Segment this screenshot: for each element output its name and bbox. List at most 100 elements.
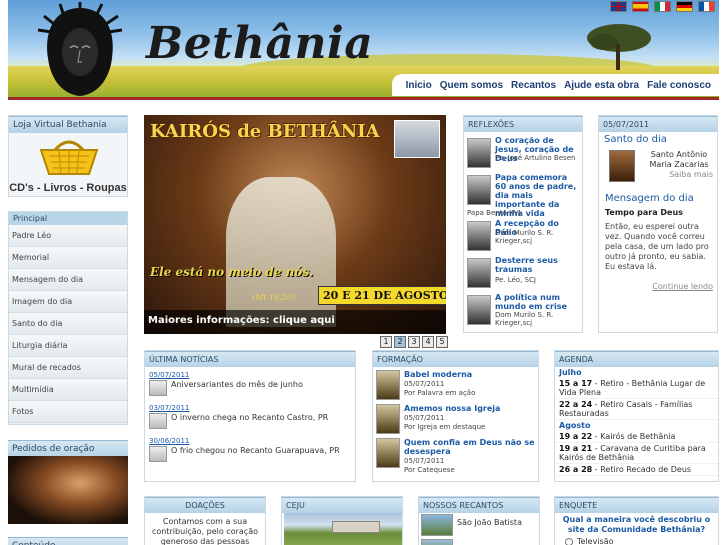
agenda-event[interactable]: 26 a 28 - Retiro Recado de Deus xyxy=(555,464,718,476)
ceju-photo[interactable] xyxy=(284,513,402,545)
site-brand-title[interactable]: Bethânia xyxy=(146,18,373,69)
author-thumbnail[interactable] xyxy=(467,138,491,168)
nav-ajude-esta-obra[interactable]: Ajude esta obra xyxy=(564,80,639,91)
recanto-thumbnail[interactable] xyxy=(421,514,453,536)
reflection-author: Pe. José Artulino Besen xyxy=(495,154,576,162)
uk-flag-icon[interactable] xyxy=(610,1,627,12)
france-flag-icon[interactable] xyxy=(698,1,715,12)
slide-title: KAIRÓS de BETHÂNIA xyxy=(150,121,380,142)
event-date: 19 a 21 xyxy=(559,444,593,453)
pager-page-2[interactable]: 2 xyxy=(394,336,406,348)
priest-portrait-image xyxy=(394,120,440,158)
nav-inicio[interactable]: Inicio xyxy=(406,80,432,91)
doacoes-text: Contamos com a sua contribuição, pelo co… xyxy=(151,517,258,545)
santo-do-dia-box: 05/07/2011 Santo do dia Santo Antônio Ma… xyxy=(598,115,718,333)
author-thumbnail[interactable] xyxy=(467,221,491,251)
pager-page-3[interactable]: 3 xyxy=(408,336,420,348)
jesus-crown-of-thorns-logo[interactable] xyxy=(34,2,126,98)
article-thumbnail[interactable] xyxy=(376,438,400,468)
article-title[interactable]: Quem confia em Deus não se desespera xyxy=(404,438,536,456)
reflection-author: Pe. Léo, SCJ xyxy=(495,276,536,284)
nav-quem-somos[interactable]: Quem somos xyxy=(440,80,503,91)
santo-heading[interactable]: Santo do dia xyxy=(599,132,717,145)
sidebar-item-imagem-do-dia[interactable]: Imagem do dia xyxy=(9,291,127,313)
news-date[interactable]: 03/07/2011 xyxy=(149,404,354,412)
agenda-event[interactable]: 19 a 21 - Caravana de Curitiba para Kair… xyxy=(555,443,718,464)
reflexoes-box: REFLEXÕES O coração de Jesus, coração de… xyxy=(463,115,583,333)
doacoes-box[interactable]: DOAÇÕES Contamos com a sua contribuição,… xyxy=(144,496,266,545)
saiba-mais-link[interactable]: Saiba mais xyxy=(669,170,713,179)
news-thumbnail[interactable] xyxy=(149,413,167,429)
news-thumbnail[interactable] xyxy=(149,380,167,396)
article-date: 05/07/2011 xyxy=(404,457,445,465)
agenda-month[interactable]: Agosto xyxy=(555,420,718,431)
sidebar-item-mural-de-recados[interactable]: Mural de recados xyxy=(9,357,127,379)
nav-fale-conosco[interactable]: Fale conosco xyxy=(647,80,711,91)
mensagem-heading[interactable]: Mensagem do dia xyxy=(605,193,694,204)
sidebar-item-memorial[interactable]: Memorial xyxy=(9,247,127,269)
germany-flag-icon[interactable] xyxy=(676,1,693,12)
author-thumbnail[interactable] xyxy=(467,175,491,205)
recanto-thumbnail[interactable] xyxy=(421,539,453,545)
author-thumbnail[interactable] xyxy=(467,295,491,325)
article-thumbnail[interactable] xyxy=(376,370,400,400)
slide-caption-link[interactable]: Maiores informações: clique aqui xyxy=(144,310,446,334)
reflection-title[interactable]: A política num mundo em crise xyxy=(495,293,581,311)
agenda-event[interactable]: 22 a 24 - Retiro Casais - Famílias Resta… xyxy=(555,399,718,420)
conteudo-box: Conteúdo xyxy=(8,537,128,545)
reflection-title[interactable]: Desterre seus traumas xyxy=(495,256,581,274)
continue-lendo-link[interactable]: Continue lendo xyxy=(652,282,713,291)
news-thumbnail[interactable] xyxy=(149,446,167,462)
pager-page-5[interactable]: 5 xyxy=(436,336,448,348)
reflection-author: Papa Bento XVI xyxy=(467,209,521,217)
spain-flag-icon[interactable] xyxy=(632,1,649,12)
recanto-name[interactable]: São João Batista xyxy=(457,518,522,527)
sidebar-item-multimidia[interactable]: Multimídia xyxy=(9,379,127,401)
pager-page-1[interactable]: 1 xyxy=(380,336,392,348)
nav-recantos[interactable]: Recantos xyxy=(511,80,556,91)
enquete-title: ENQUETE xyxy=(555,497,718,513)
featured-slideshow[interactable]: KAIRÓS de BETHÂNIA Ele está no meio de n… xyxy=(144,115,446,334)
recantos-title: NOSSOS RECANTOS xyxy=(419,497,539,513)
loja-caption[interactable]: CD's - Livros - Roupas xyxy=(9,182,127,194)
article-title[interactable]: Amemos nossa Igreja xyxy=(404,404,536,413)
loja-virtual-box[interactable]: Loja Virtual Bethania CD's - Livros - Ro… xyxy=(8,115,128,197)
sidebar-item-fotos[interactable]: Fotos xyxy=(9,401,127,423)
list-item[interactable]: 05/07/2011 Aniversariantes do mês de jun… xyxy=(149,371,354,396)
agenda-month[interactable]: Julho xyxy=(555,367,718,378)
news-date[interactable]: 05/07/2011 xyxy=(149,371,354,379)
poll-question: Qual a maneira você descobriu o site da … xyxy=(562,515,711,534)
list-item[interactable]: 03/07/2011 O inverno chega no Recanto Ca… xyxy=(149,404,354,429)
sidebar-item-santo-do-dia[interactable]: Santo do dia xyxy=(9,313,127,335)
news-title[interactable]: O frio chegou no Recanto Guarapuava, PR xyxy=(171,446,340,455)
site-header: Bethânia Inicio Quem somos Recantos Ajud… xyxy=(8,0,719,100)
pager-page-4[interactable]: 4 xyxy=(422,336,434,348)
sidebar-item-liturgia-diaria[interactable]: Liturgia diária xyxy=(9,335,127,357)
praying-hands-image xyxy=(8,456,128,524)
poll-option-label: Televisão xyxy=(577,537,614,545)
article-title[interactable]: Babel moderna xyxy=(404,370,536,379)
saint-image[interactable] xyxy=(609,150,635,182)
mensagem-title: Tempo para Deus xyxy=(605,208,683,217)
poll-option[interactable]: Televisão xyxy=(555,537,718,545)
conteudo-title: Conteúdo xyxy=(8,537,128,545)
event-text: Retiro Recado de Deus xyxy=(600,465,692,474)
news-title[interactable]: Aniversariantes do mês de junho xyxy=(171,380,303,389)
ultimas-noticias-box: ÚLTIMA NOTÍCIAS 05/07/2011 Aniversariant… xyxy=(144,350,356,482)
news-title[interactable]: O inverno chega no Recanto Castro, PR xyxy=(171,413,328,422)
sidebar-item-padre-leo[interactable]: Padre Léo xyxy=(9,225,127,247)
list-item[interactable]: 30/06/2011 O frio chegou no Recanto Guar… xyxy=(149,437,354,462)
pedidos-de-oracao-box[interactable]: Pedidos de oração xyxy=(8,440,128,524)
news-date[interactable]: 30/06/2011 xyxy=(149,437,354,445)
article-thumbnail[interactable] xyxy=(376,404,400,434)
agenda-box: AGENDA Julho 15 a 17 - Retiro - Bethânia… xyxy=(554,350,719,482)
building-roof xyxy=(332,521,380,533)
agenda-event[interactable]: 19 a 22 - Kairós de Bethânia xyxy=(555,431,718,443)
agenda-event[interactable]: 15 a 17 - Retiro - Bethânia Lugar de Vid… xyxy=(555,378,718,399)
italy-flag-icon[interactable] xyxy=(654,1,671,12)
radio-button[interactable] xyxy=(565,537,573,545)
author-thumbnail[interactable] xyxy=(467,258,491,288)
sidebar-item-mensagem-do-dia[interactable]: Mensagem do dia xyxy=(9,269,127,291)
slide-reference: (Mt 18,20) xyxy=(252,293,296,302)
ceju-box[interactable]: CEJU xyxy=(281,496,403,545)
